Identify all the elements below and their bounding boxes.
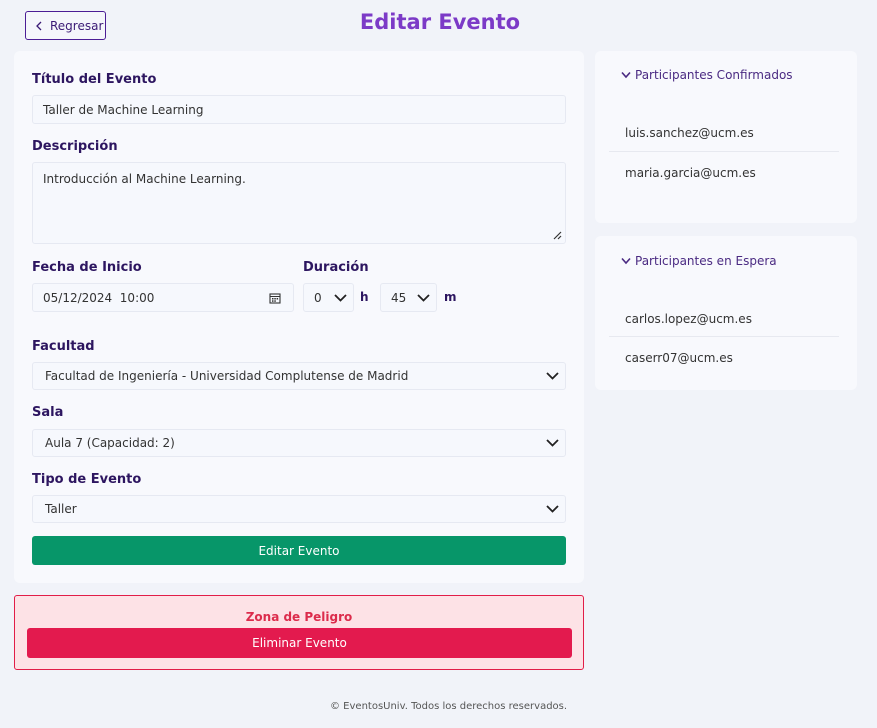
- start-date-input[interactable]: 05/12/2024 10:00: [32, 283, 294, 312]
- chevron-down-icon: [546, 505, 559, 513]
- chevron-down-icon: [621, 257, 631, 265]
- list-item: caserr07@ucm.es: [625, 351, 733, 365]
- page-title: Editar Evento: [359, 10, 521, 34]
- delete-event-button[interactable]: Eliminar Evento: [27, 628, 572, 658]
- duration-minutes-select[interactable]: 45: [380, 283, 437, 312]
- start-date-label: Fecha de Inicio: [32, 260, 142, 275]
- danger-zone: Zona de Peligro Eliminar Evento: [14, 595, 584, 670]
- waiting-participants-heading: Participantes en Espera: [635, 254, 777, 268]
- start-date-value: 05/12/2024 10:00: [43, 290, 155, 305]
- description-textarea[interactable]: Introducción al Machine Learning.: [32, 162, 566, 244]
- calendar-icon[interactable]: [269, 292, 281, 304]
- title-label: Título del Evento: [32, 72, 157, 87]
- event-type-value: Taller: [45, 502, 77, 516]
- chevron-down-icon: [334, 293, 347, 302]
- confirmed-participants-heading: Participantes Confirmados: [635, 68, 793, 82]
- duration-label: Duración: [303, 260, 369, 275]
- title-input[interactable]: Taller de Machine Learning: [32, 95, 566, 124]
- confirmed-participants-panel: Participantes Confirmados luis.sanchez@u…: [595, 51, 857, 223]
- chevron-down-icon: [546, 372, 559, 380]
- duration-hours-value: 0: [314, 290, 322, 305]
- description-text: Introducción al Machine Learning.: [43, 172, 246, 186]
- list-item: luis.sanchez@ucm.es: [625, 126, 754, 140]
- chevron-down-icon: [546, 439, 559, 447]
- room-label: Sala: [32, 405, 64, 420]
- event-type-select[interactable]: Taller: [32, 495, 566, 523]
- faculty-select[interactable]: Facultad de Ingeniería - Universidad Com…: [32, 362, 566, 390]
- description-label: Descripción: [32, 139, 118, 154]
- waiting-participants-panel: Participantes en Espera carlos.lopez@ucm…: [595, 236, 857, 390]
- chevron-down-icon: [621, 71, 631, 79]
- waiting-participants-toggle[interactable]: Participantes en Espera: [621, 254, 777, 268]
- chevron-down-icon: [417, 293, 430, 302]
- faculty-label: Facultad: [32, 339, 95, 354]
- footer-copyright: © EventosUniv. Todos los derechos reserv…: [330, 701, 568, 712]
- event-form: Título del Evento Taller de Machine Lear…: [14, 51, 584, 583]
- room-select[interactable]: Aula 7 (Capacidad: 2): [32, 429, 566, 457]
- duration-minutes-value: 45: [391, 290, 407, 305]
- faculty-value: Facultad de Ingeniería - Universidad Com…: [45, 369, 409, 383]
- confirmed-participants-toggle[interactable]: Participantes Confirmados: [621, 68, 793, 82]
- resize-handle-icon[interactable]: [552, 230, 562, 240]
- danger-zone-title: Zona de Peligro: [245, 610, 353, 624]
- duration-minutes-unit: m: [444, 290, 457, 304]
- duration-hours-unit: h: [360, 290, 369, 304]
- divider: [609, 151, 839, 152]
- edit-event-button[interactable]: Editar Evento: [32, 536, 566, 565]
- event-type-label: Tipo de Evento: [32, 472, 142, 487]
- list-item: carlos.lopez@ucm.es: [625, 312, 752, 326]
- duration-hours-select[interactable]: 0: [303, 283, 354, 312]
- divider: [609, 336, 839, 337]
- list-item: maria.garcia@ucm.es: [625, 166, 756, 180]
- room-value: Aula 7 (Capacidad: 2): [45, 436, 175, 450]
